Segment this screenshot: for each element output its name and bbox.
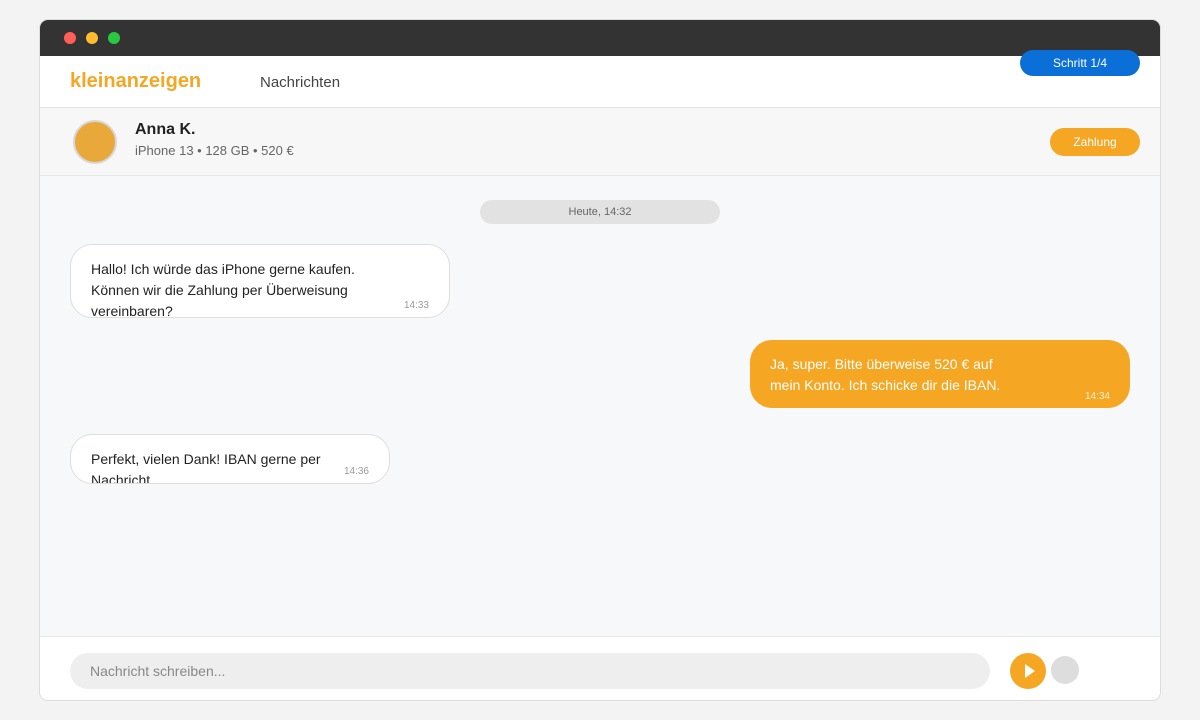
top-navigation: kleinanzeigen Nachrichten Schritt 1/4 — [40, 50, 1160, 108]
play-icon — [1025, 664, 1035, 678]
brand-logo[interactable]: kleinanzeigen — [70, 70, 201, 93]
message-text: Perfekt, vielen Dank! IBAN gerne per Nac… — [91, 451, 321, 484]
message-time: 14:34 — [1084, 391, 1110, 402]
minimize-window-button[interactable] — [86, 32, 98, 44]
title-bar — [40, 20, 1160, 56]
attachment-button[interactable] — [1051, 656, 1079, 684]
send-button[interactable] — [1010, 653, 1046, 689]
close-window-button[interactable] — [64, 32, 76, 44]
message-text: Ja, super. Bitte überweise 520 € auf mei… — [770, 356, 1001, 393]
message-list: Heute, 14:32 Hallo! Ich würde das iPhone… — [40, 176, 1160, 636]
message-time: 14:33 — [403, 300, 429, 311]
browser-window: kleinanzeigen Nachrichten Schritt 1/4 An… — [40, 20, 1160, 700]
message-incoming: Hallo! Ich würde das iPhone gerne kaufen… — [70, 244, 450, 318]
maximize-window-button[interactable] — [108, 32, 120, 44]
nav-link-messages[interactable]: Nachrichten — [260, 74, 340, 91]
message-composer — [40, 636, 1160, 700]
chat-header: Anna K. iPhone 13 • 128 GB • 520 € Zahlu… — [40, 108, 1160, 176]
message-text: Hallo! Ich würde das iPhone gerne kaufen… — [91, 261, 355, 318]
listing-summary: iPhone 13 • 128 GB • 520 € — [135, 143, 294, 158]
step-badge: Schritt 1/4 — [1020, 50, 1140, 76]
message-input[interactable] — [70, 653, 990, 689]
payment-button[interactable]: Zahlung — [1050, 128, 1140, 156]
message-time: 14:36 — [343, 466, 369, 477]
date-separator: Heute, 14:32 — [480, 200, 720, 224]
message-incoming: Perfekt, vielen Dank! IBAN gerne per Nac… — [70, 434, 390, 484]
avatar — [73, 120, 117, 164]
message-outgoing: Ja, super. Bitte überweise 520 € auf mei… — [750, 340, 1130, 408]
contact-name: Anna K. — [135, 121, 196, 138]
